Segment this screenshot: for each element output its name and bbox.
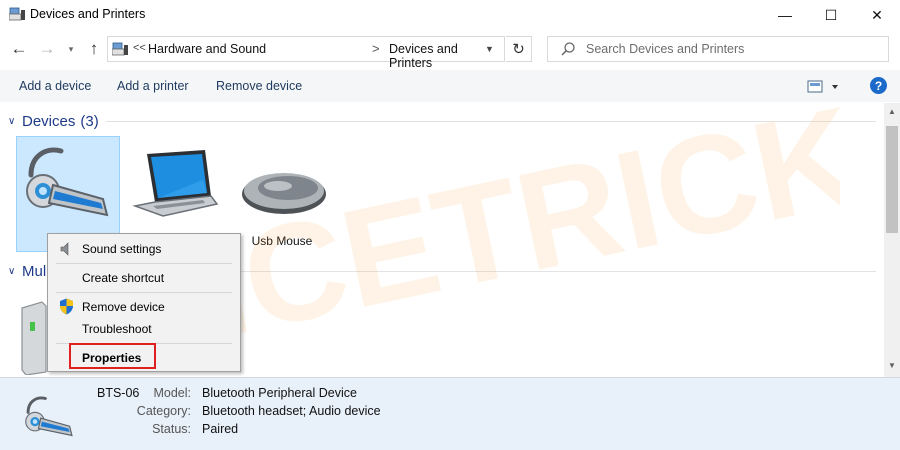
menu-item-create-shortcut[interactable]: Create shortcut bbox=[82, 271, 164, 285]
title-bar: Devices and Printers — ☐ ✕ bbox=[0, 0, 900, 30]
model-label: Model: bbox=[153, 386, 191, 400]
laptop-icon bbox=[132, 150, 219, 217]
group-header-multimedia[interactable]: ∨ Mul bbox=[8, 261, 876, 281]
recent-locations-button[interactable]: ▾ bbox=[64, 37, 78, 61]
arrow-left-icon: ← bbox=[10, 39, 28, 58]
back-button[interactable]: ← bbox=[8, 37, 30, 61]
search-input[interactable] bbox=[586, 40, 876, 58]
search-icon bbox=[561, 42, 575, 56]
headset-icon bbox=[25, 396, 73, 437]
category-label: Category: bbox=[136, 404, 191, 418]
speaker-icon bbox=[60, 242, 69, 256]
group-divider bbox=[240, 271, 876, 272]
category-value: Bluetooth headset; Audio device bbox=[202, 404, 381, 418]
navigation-bar: ← → ▾ ↑ << Hardware and Sound > Devices … bbox=[0, 33, 900, 70]
refresh-icon: ↻ bbox=[512, 41, 525, 58]
status-label: Status: bbox=[152, 422, 191, 436]
maximize-icon: ☐ bbox=[824, 6, 838, 23]
help-button[interactable]: ? bbox=[870, 77, 887, 94]
media-device-icon[interactable] bbox=[18, 300, 48, 375]
add-printer-button[interactable]: Add a printer bbox=[117, 79, 189, 93]
scroll-down-icon[interactable]: ▼ bbox=[888, 361, 896, 370]
menu-separator bbox=[56, 292, 232, 293]
up-button[interactable]: ↑ bbox=[84, 37, 104, 61]
model-value: Bluetooth Peripheral Device bbox=[202, 386, 357, 400]
address-bar[interactable]: << Hardware and Sound > Devices and Prin… bbox=[107, 36, 505, 70]
device-name: Usb Mouse bbox=[251, 234, 313, 248]
close-button[interactable]: ✕ bbox=[854, 0, 900, 30]
context-menu: Sound settings Create shortcut Remove de… bbox=[47, 233, 241, 372]
headset-icon bbox=[26, 147, 109, 217]
device-usb-mouse[interactable]: Usb Mouse bbox=[230, 136, 334, 252]
address-overflow[interactable]: << bbox=[133, 42, 146, 54]
chevron-down-icon: ∨ bbox=[8, 115, 16, 127]
arrow-right-icon: → bbox=[38, 39, 56, 58]
maximize-button[interactable]: ☐ bbox=[808, 0, 854, 30]
refresh-button[interactable]: ↻ bbox=[506, 36, 532, 62]
group-count: (3) bbox=[80, 112, 99, 130]
change-view-button[interactable] bbox=[806, 79, 842, 95]
details-pane: BTS-06 Model: Bluetooth Peripheral Devic… bbox=[0, 377, 900, 450]
minimize-icon: — bbox=[778, 7, 792, 23]
menu-item-remove-device[interactable]: Remove device bbox=[82, 300, 165, 314]
search-box[interactable] bbox=[547, 36, 889, 62]
add-device-button[interactable]: Add a device bbox=[19, 79, 91, 93]
chevron-down-icon: ▾ bbox=[68, 43, 74, 54]
scrollbar-thumb[interactable] bbox=[886, 126, 898, 233]
group-name: Devices bbox=[22, 112, 76, 130]
window-title: Devices and Printers bbox=[30, 7, 146, 21]
mouse-icon bbox=[242, 173, 326, 214]
status-value: Paired bbox=[202, 422, 239, 436]
remove-device-button[interactable]: Remove device bbox=[216, 79, 302, 93]
breadcrumb-separator[interactable]: > bbox=[372, 41, 380, 56]
control-panel-icon bbox=[112, 42, 128, 56]
scroll-up-icon[interactable]: ▲ bbox=[888, 107, 896, 116]
devices-printers-icon bbox=[9, 7, 25, 21]
properties-highlight-box bbox=[69, 343, 156, 369]
menu-separator bbox=[56, 263, 232, 264]
menu-item-sound-settings[interactable]: Sound settings bbox=[82, 242, 161, 256]
close-icon: ✕ bbox=[871, 6, 883, 23]
breadcrumb-hardware-and-sound[interactable]: Hardware and Sound bbox=[148, 42, 266, 56]
minimize-button[interactable]: — bbox=[762, 0, 808, 30]
command-bar: Add a device Add a printer Remove device… bbox=[0, 70, 900, 102]
vertical-scrollbar[interactable]: ▲ ▼ bbox=[884, 103, 900, 377]
group-name: Mul bbox=[22, 262, 47, 280]
forward-button[interactable]: → bbox=[36, 37, 58, 61]
shield-icon bbox=[60, 298, 73, 315]
group-divider bbox=[106, 121, 876, 122]
address-history-dropdown[interactable]: ▼ bbox=[485, 44, 494, 54]
menu-item-troubleshoot[interactable]: Troubleshoot bbox=[82, 322, 152, 336]
group-header-devices[interactable]: ∨ Devices (3) bbox=[8, 111, 876, 131]
chevron-down-icon: ∨ bbox=[8, 265, 16, 277]
arrow-up-icon: ↑ bbox=[89, 39, 99, 58]
